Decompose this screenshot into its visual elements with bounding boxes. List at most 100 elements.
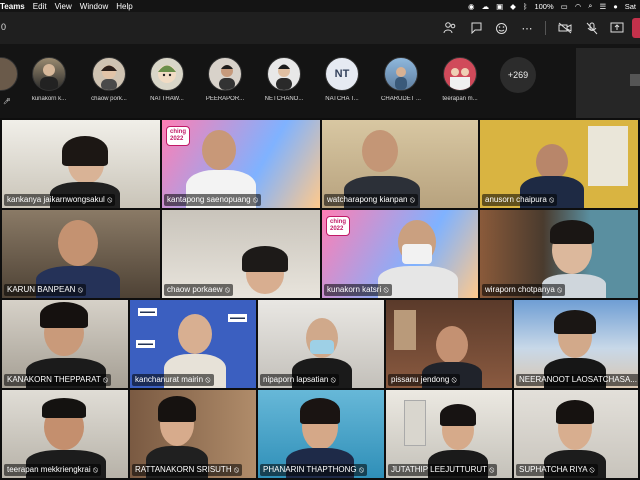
dropbox-icon[interactable]: ◆ — [510, 2, 516, 11]
video-tile[interactable]: chaow porkaew ⦸ — [162, 210, 320, 298]
participant-name: NEERANOOT LAOSATCHASA... ⦸ — [516, 374, 638, 386]
participant-name: teerapan mekkriengkrai ⦸ — [4, 464, 102, 476]
avatar — [208, 57, 242, 91]
meeting-toolbar: 0 ⋯ — [0, 12, 640, 44]
event-banner: ▬▬▬ — [138, 308, 157, 316]
wifi-icon[interactable]: ◠ — [575, 2, 582, 11]
participant-name: wiraporn chotpanya ⦸ — [482, 284, 566, 296]
video-tile[interactable]: pissanu jendong ⦸ — [386, 300, 512, 388]
menu-edit[interactable]: Edit — [33, 2, 47, 11]
door-background — [394, 310, 416, 350]
clock: Sat — [624, 1, 636, 11]
avatar-initials: NT — [325, 57, 359, 91]
participant-hair — [242, 246, 288, 272]
participant-hair — [550, 220, 594, 244]
self-view[interactable] — [576, 48, 640, 118]
people-icon[interactable] — [442, 20, 458, 36]
control-center-icon[interactable]: ☰ — [599, 2, 606, 11]
avatar — [0, 57, 18, 91]
mic-off-icon: 🎤︎ — [3, 99, 11, 105]
attendee-avatar[interactable]: NATTHAW... — [148, 57, 186, 102]
toolbar-divider — [545, 21, 546, 35]
video-tile[interactable]: nipaporn lapsatian ⦸ — [258, 300, 384, 388]
attendee-name: CHARUDET ... — [381, 96, 421, 102]
participant-hair — [158, 396, 196, 422]
share-screen-icon[interactable] — [609, 20, 625, 36]
video-tile[interactable]: kankanya jaikarnwongsakul ⦸ — [2, 120, 160, 208]
video-grid: kankanya jaikarnwongsakul ⦸ ching 2022 ka… — [0, 118, 640, 480]
cloud-icon[interactable]: ☁ — [482, 2, 490, 11]
event-logo: ching 2022 — [166, 126, 190, 146]
menu-help[interactable]: Help — [116, 2, 132, 11]
participant-hair — [554, 310, 596, 334]
participant-name: kunakorn katsri ⦸ — [324, 284, 392, 296]
attendee-avatar[interactable]: CHARUDET ... — [381, 57, 421, 102]
record-icon[interactable]: ◉ — [468, 2, 475, 11]
participant-hair — [42, 398, 86, 418]
avatar — [443, 57, 477, 91]
attendee-avatar[interactable]: chaow pork... — [90, 57, 128, 102]
battery-icon[interactable]: ▭ — [561, 2, 568, 11]
video-tile[interactable]: PHANARIN THAPTHONG ⦸ — [258, 390, 384, 478]
avatar — [384, 57, 418, 91]
reactions-icon[interactable] — [493, 20, 509, 36]
attendee-name: NETCHANO... — [264, 96, 304, 102]
self-view-preview — [630, 74, 640, 86]
attendee-avatar[interactable]: PEERAPOR... — [206, 57, 244, 102]
participant-name: JUTATHIP LEEJUTTURUT ⦸ — [388, 464, 498, 476]
participant-hair — [556, 400, 594, 424]
participant-name: KARUN BANPEAN ⦸ — [4, 284, 86, 296]
video-tile[interactable]: ching 2022 kunakorn katsri ⦸ — [322, 210, 478, 298]
attendee-name: chaow pork... — [91, 96, 127, 102]
more-options-icon[interactable]: ⋯ — [519, 20, 535, 36]
avatar — [32, 57, 66, 91]
attendee-avatar[interactable]: NT NATCHA T... — [323, 57, 361, 102]
participant-name: nipaporn lapsatian ⦸ — [260, 374, 339, 386]
leave-button[interactable] — [632, 18, 640, 38]
video-tile[interactable]: KANAKORN THEPPARAT ⦸ — [2, 300, 128, 388]
camera-off-icon[interactable] — [557, 20, 573, 36]
video-tile[interactable]: anusorn chaipura ⦸ — [480, 120, 638, 208]
mic-off-icon[interactable] — [584, 20, 600, 36]
attendee-name: NATTHAW... — [150, 96, 184, 102]
video-tile[interactable]: RATTANAKORN SRISUTH ⦸ — [130, 390, 256, 478]
participant-hair — [300, 398, 340, 424]
video-tile[interactable]: watcharapong kianpan ⦸ — [322, 120, 478, 208]
attendee-avatar[interactable]: kunakorn k... — [30, 57, 68, 102]
bluetooth-icon[interactable]: ᛒ — [523, 2, 528, 11]
attendee-avatar[interactable]: teerapan m... — [441, 57, 479, 102]
video-tile[interactable]: SUPHATCHA RIYA ⦸ — [514, 390, 638, 478]
video-tile[interactable]: NEERANOOT LAOSATCHASA... ⦸ — [514, 300, 638, 388]
face-mask — [402, 244, 432, 264]
video-tile[interactable]: ▬▬▬ ▬▬▬ ▬▬▬ kanchanurat mairin ⦸ — [130, 300, 256, 388]
avatar — [267, 57, 301, 91]
wall-poster — [404, 400, 426, 446]
search-icon[interactable]: ⌕ — [588, 1, 592, 11]
participant-name: kankanya jaikarnwongsakul ⦸ — [4, 194, 116, 206]
video-tile[interactable]: teerapan mekkriengkrai ⦸ — [2, 390, 128, 478]
window-background — [588, 126, 628, 186]
participant-name: RATTANAKORN SRISUTH ⦸ — [132, 464, 243, 476]
video-tile[interactable]: ching 2022 kantapong saenopuang ⦸ — [162, 120, 320, 208]
event-banner: ▬▬▬ — [136, 340, 155, 348]
chat-bubble-icon[interactable] — [468, 20, 484, 36]
participant-figure — [362, 130, 398, 172]
video-tile[interactable]: KARUN BANPEAN ⦸ — [2, 210, 160, 298]
attendee-avatar[interactable]: NETCHANO... — [265, 57, 303, 102]
avatar — [92, 57, 126, 91]
attendee-name: teerapan m... — [442, 96, 478, 102]
meeting-timer: 0 — [1, 22, 7, 32]
video-tile[interactable]: JUTATHIP LEEJUTTURUT ⦸ — [386, 390, 512, 478]
menu-view[interactable]: View — [55, 2, 72, 11]
video-tile[interactable]: wiraporn chotpanya ⦸ — [480, 210, 638, 298]
app-menu[interactable]: Teams — [0, 2, 25, 11]
battery-percent: 100% — [534, 1, 554, 11]
participant-hair — [40, 302, 88, 328]
chat-icon[interactable]: ▣ — [496, 2, 503, 11]
siri-icon[interactable]: ● — [613, 2, 618, 11]
attendee-avatar[interactable] — [0, 57, 20, 91]
menu-window[interactable]: Window — [80, 2, 108, 11]
attendee-name: NATCHA T... — [325, 96, 359, 102]
more-attendees-button[interactable]: +269 — [500, 57, 536, 93]
event-banner: ▬▬▬ — [228, 314, 247, 322]
